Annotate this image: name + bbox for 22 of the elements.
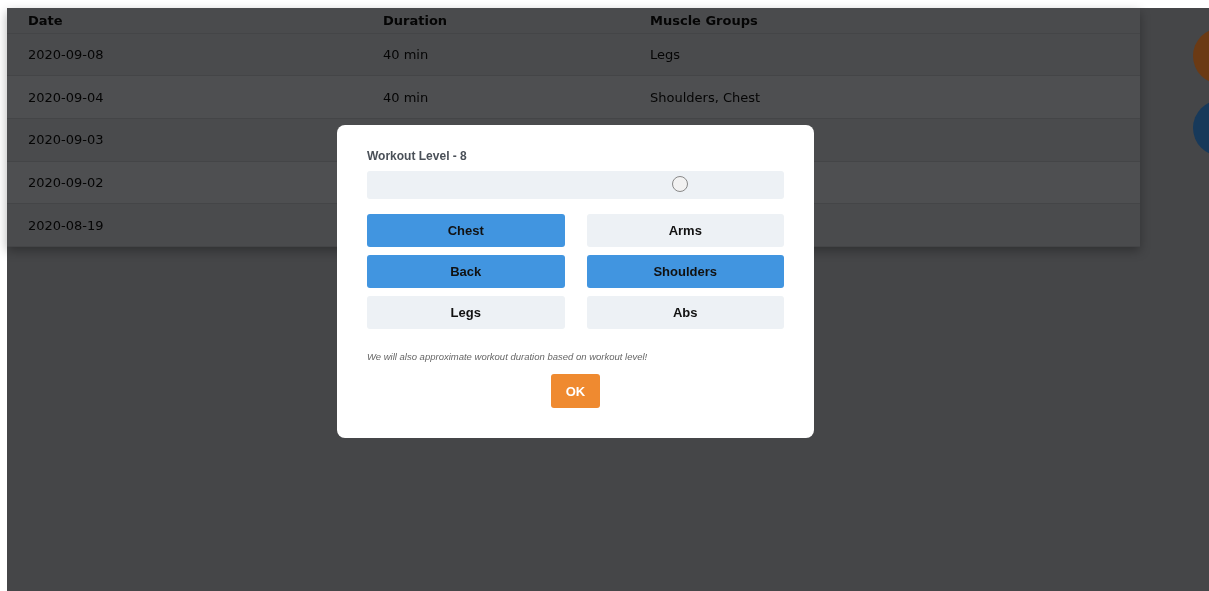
table-cell-text: 2020-09-03 [28,132,105,148]
table-cell-text: 2020-09-02 [28,175,105,190]
table-cell-text: 2020-09-04 [28,89,105,105]
column-header: Muscle Groups [650,12,759,28]
table-cell-text: Legs [650,47,682,63]
muscle-group-button[interactable]: Chest [367,214,565,247]
dialog-title: Workout Level - 8 [367,149,468,163]
column-header: Duration [383,12,449,28]
muscle-group-button[interactable]: Abs [586,296,784,329]
table-cell-text: Shoulders, Chest [650,89,762,105]
table-cell-text: 2020-09-08 [28,47,105,63]
muscle-group-button[interactable]: Back [367,255,565,288]
muscle-group-button[interactable]: Legs [367,296,565,329]
table-cell-text: 2020-08-19 [28,217,105,233]
level-slider-track[interactable] [367,171,784,199]
muscle-group-button[interactable]: Shoulders [586,255,784,288]
duration-note: We will also approximate workout duration based on workout level! [367,351,649,362]
column-header: Date [28,12,64,28]
slider-thumb[interactable] [671,176,688,192]
table-cell-text: 40 min [383,89,430,105]
table-cell-text: 40 min [383,47,430,63]
muscle-group-button[interactable]: Arms [586,214,784,247]
